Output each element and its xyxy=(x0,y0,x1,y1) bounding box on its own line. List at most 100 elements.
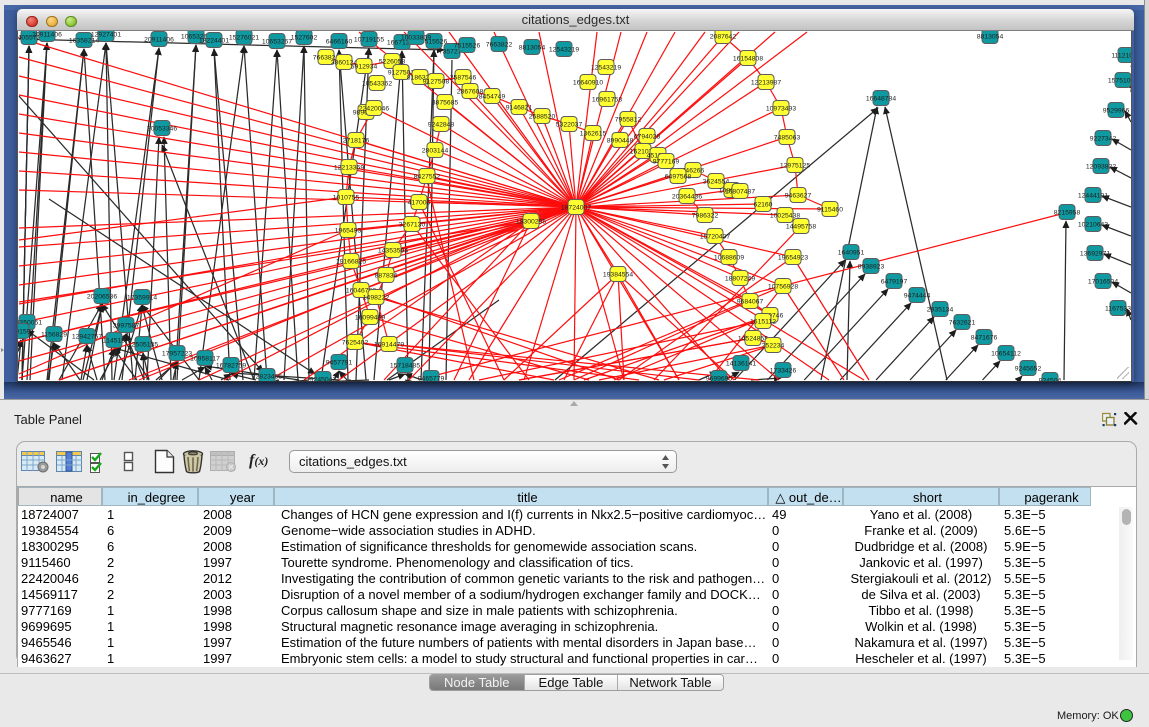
svg-text:12093822: 12093822 xyxy=(1086,163,1116,170)
svg-text:2587546: 2587546 xyxy=(450,74,477,81)
svg-text:6466160: 6466160 xyxy=(326,38,353,45)
svg-text:1965493: 1965493 xyxy=(335,227,362,234)
svg-text:16648784: 16648784 xyxy=(866,95,896,102)
svg-text:12942757: 12942757 xyxy=(72,333,102,340)
svg-text:8938923: 8938923 xyxy=(858,263,885,270)
svg-text:10719155: 10719155 xyxy=(354,36,384,43)
svg-text:12823465: 12823465 xyxy=(252,373,282,380)
svg-text:17359914: 17359914 xyxy=(127,294,157,301)
svg-text:2087642: 2087642 xyxy=(710,33,737,40)
svg-text:1527602: 1527602 xyxy=(291,34,318,41)
svg-text:12927401: 12927401 xyxy=(91,31,121,38)
svg-text:5912934: 5912934 xyxy=(351,63,378,70)
svg-text:417006: 417006 xyxy=(408,199,431,206)
svg-text:924504: 924504 xyxy=(1039,377,1062,381)
svg-text:20053346: 20053346 xyxy=(147,125,177,132)
svg-text:8471676: 8471676 xyxy=(971,334,998,341)
svg-text:8813054: 8813054 xyxy=(977,33,1004,40)
svg-text:1167533: 1167533 xyxy=(1105,305,1131,312)
svg-text:2588520: 2588520 xyxy=(529,113,556,120)
svg-text:15718485: 15718485 xyxy=(390,362,420,369)
svg-text:19166825: 19166825 xyxy=(336,258,366,265)
svg-text:6794028: 6794028 xyxy=(634,133,661,140)
svg-text:18300295: 18300295 xyxy=(516,218,546,225)
svg-text:8813054: 8813054 xyxy=(519,44,546,51)
svg-text:9777169: 9777169 xyxy=(653,158,680,165)
svg-text:114519: 114519 xyxy=(103,337,125,344)
svg-text:12213369: 12213369 xyxy=(334,164,364,171)
svg-text:2718176: 2718176 xyxy=(343,137,370,144)
svg-text:10807487: 10807487 xyxy=(725,188,755,195)
svg-text:14353594: 14353594 xyxy=(378,247,408,254)
svg-text:7955812: 7955812 xyxy=(615,116,642,123)
svg-text:9127508: 9127508 xyxy=(423,78,450,85)
svg-text:14524855: 14524855 xyxy=(738,335,768,342)
svg-text:18807249: 18807249 xyxy=(725,275,755,282)
svg-text:1498222: 1498222 xyxy=(363,294,390,301)
svg-text:17016504: 17016504 xyxy=(1088,278,1118,285)
svg-text:16640910: 16640910 xyxy=(573,79,603,86)
svg-text:12444191: 12444191 xyxy=(1078,192,1108,199)
svg-text:1010755: 1010755 xyxy=(333,194,360,201)
svg-text:10033809: 10033809 xyxy=(401,34,431,41)
svg-text:18224401: 18224401 xyxy=(199,37,229,44)
svg-text:16782759: 16782759 xyxy=(216,362,246,369)
svg-text:9245652: 9245652 xyxy=(1015,365,1042,372)
svg-text:10543362: 10543362 xyxy=(362,80,392,87)
svg-text:8215958: 8215958 xyxy=(1054,209,1081,216)
svg-text:22420046: 22420046 xyxy=(359,105,389,112)
svg-text:7663822: 7663822 xyxy=(486,41,513,48)
svg-text:11121045: 11121045 xyxy=(1111,52,1132,59)
svg-text:8454749: 8454749 xyxy=(479,93,506,100)
svg-text:6497568: 6497568 xyxy=(665,173,692,180)
svg-text:12975125: 12975125 xyxy=(780,162,810,169)
svg-text:9474444: 9474444 xyxy=(904,292,931,299)
svg-text:12213987: 12213987 xyxy=(751,79,781,86)
svg-text:9227342: 9227342 xyxy=(1090,135,1117,142)
svg-text:9465779: 9465779 xyxy=(418,375,445,381)
svg-text:10653267: 10653267 xyxy=(262,38,292,45)
svg-text:9146821: 9146821 xyxy=(506,104,533,111)
svg-text:16099489: 16099489 xyxy=(355,314,385,321)
svg-text:9699695: 9699695 xyxy=(706,375,733,381)
svg-text:10688609: 10688609 xyxy=(714,254,744,261)
svg-text:1156829: 1156829 xyxy=(41,331,67,338)
svg-text:5322037: 5322037 xyxy=(556,121,583,128)
svg-text:15751024: 15751024 xyxy=(1108,77,1132,84)
svg-text:1640951: 1640951 xyxy=(838,249,865,256)
svg-text:7625402: 7625402 xyxy=(342,339,369,346)
svg-text:19384554: 19384554 xyxy=(603,271,633,278)
svg-text:8427552: 8427552 xyxy=(414,173,441,180)
svg-text:1615112: 1615112 xyxy=(750,318,776,325)
svg-text:18724007: 18724007 xyxy=(561,204,591,211)
svg-text:20206536: 20206536 xyxy=(87,293,117,300)
svg-text:13692971: 13692971 xyxy=(1080,250,1110,257)
svg-text:9463627: 9463627 xyxy=(785,192,812,199)
svg-text:16914479: 16914479 xyxy=(374,341,404,348)
svg-text:10958117: 10958117 xyxy=(190,355,220,362)
svg-text:887834: 887834 xyxy=(375,272,398,279)
svg-text:9115460: 9115460 xyxy=(817,206,843,213)
svg-text:20364436: 20364436 xyxy=(672,193,702,200)
svg-text:252234: 252234 xyxy=(762,342,785,349)
svg-text:19654923: 19654923 xyxy=(778,254,808,261)
svg-text:12543219: 12543219 xyxy=(549,46,579,53)
svg-text:39159: 39159 xyxy=(18,328,31,335)
svg-text:2935134: 2935134 xyxy=(927,306,954,313)
svg-text:7515526: 7515526 xyxy=(454,42,481,49)
svg-text:3997587: 3997587 xyxy=(113,322,140,329)
svg-text:17957223: 17957223 xyxy=(162,350,192,357)
svg-text:3267130: 3267130 xyxy=(399,221,426,228)
svg-text:9457791: 9457791 xyxy=(326,359,353,366)
svg-text:7986322: 7986322 xyxy=(692,212,719,219)
svg-text:1733426: 1733426 xyxy=(770,367,797,374)
svg-text:16154808: 16154808 xyxy=(733,55,763,62)
svg-text:10756928: 10756928 xyxy=(768,283,798,290)
svg-text:20911406: 20911406 xyxy=(144,36,174,43)
svg-text:9245042: 9245042 xyxy=(310,376,337,381)
svg-text:6479197: 6479197 xyxy=(881,278,908,285)
svg-text:10654112: 10654112 xyxy=(991,350,1021,357)
svg-text:9242848: 9242848 xyxy=(428,121,455,128)
svg-text:1362615: 1362615 xyxy=(580,130,607,137)
svg-text:7485063: 7485063 xyxy=(774,134,801,141)
